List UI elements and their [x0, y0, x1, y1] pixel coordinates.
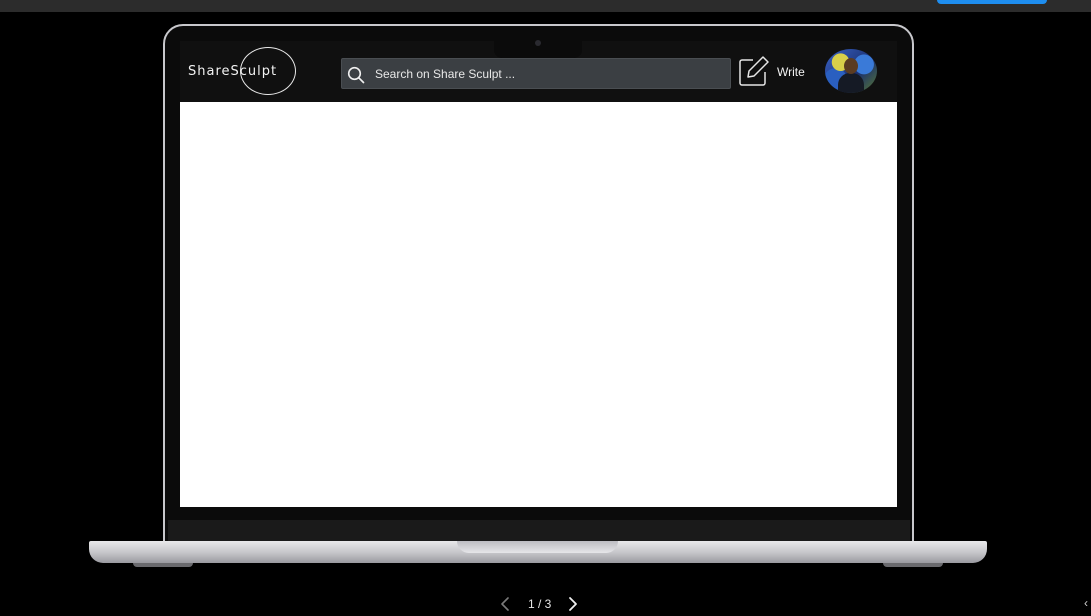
- user-avatar[interactable]: [825, 49, 877, 93]
- edit-square-icon: [739, 56, 769, 86]
- write-button[interactable]: Write: [738, 55, 810, 89]
- laptop-foot-right: [883, 563, 943, 567]
- avatar-figure-face: [844, 58, 858, 74]
- laptop-base-cutout: [457, 541, 618, 553]
- pager: 1 / 3: [495, 594, 585, 614]
- pager-status: 1 / 3: [528, 597, 552, 611]
- top-action-button[interactable]: [937, 0, 1047, 4]
- search-input[interactable]: [375, 59, 715, 88]
- top-toolbar: [0, 0, 1091, 12]
- laptop-screen: ShareSculpt Write: [180, 41, 897, 507]
- avatar-figure-body: [838, 73, 864, 93]
- chevron-right-icon[interactable]: [565, 595, 581, 613]
- search-bar[interactable]: [341, 58, 731, 89]
- write-label: Write: [777, 65, 805, 79]
- collapse-arrow-icon[interactable]: ‹: [1084, 596, 1088, 610]
- laptop-bezel-bottom: [168, 520, 910, 542]
- chevron-left-icon[interactable]: [497, 595, 513, 613]
- app-logo[interactable]: ShareSculpt: [188, 64, 277, 80]
- camera-dot: [535, 40, 541, 46]
- search-icon[interactable]: [346, 65, 366, 85]
- laptop-foot-left: [133, 563, 193, 567]
